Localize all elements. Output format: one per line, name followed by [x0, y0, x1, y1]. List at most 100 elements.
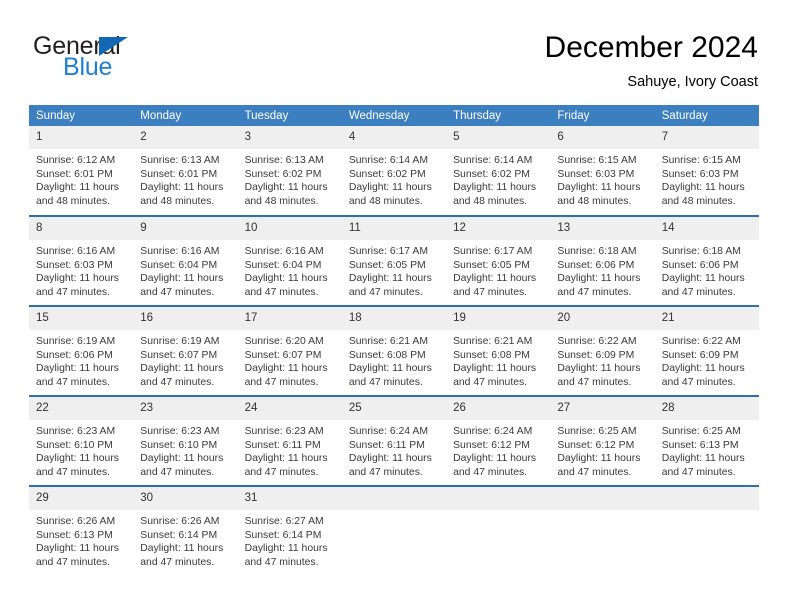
- sunset-text: Sunset: 6:07 PM: [244, 349, 322, 361]
- day-cell[interactable]: 31 Sunrise: 6:27 AM Sunset: 6:14 PM Dayligh…: [237, 485, 342, 576]
- day-number: 24: [237, 397, 342, 420]
- daylight-text-line2: and 48 minutes.: [36, 195, 110, 207]
- sunset-text: Sunset: 6:06 PM: [661, 259, 739, 271]
- day-number: 10: [237, 217, 342, 240]
- day-cell[interactable]: 11 Sunrise: 6:17 AM Sunset: 6:05 PM Dayligh…: [341, 215, 447, 306]
- day-cell[interactable]: 6 Sunrise: 6:15 AM Sunset: 6:03 PM Daylight…: [550, 126, 655, 216]
- day-cell[interactable]: 18 Sunrise: 6:21 AM Sunset: 6:08 PM Dayligh…: [341, 305, 447, 396]
- day-cell[interactable]: 5 Sunrise: 6:14 AM Sunset: 6:02 PM Daylight…: [446, 126, 551, 216]
- daylight-text-line1: Daylight: 11 hours: [557, 363, 641, 375]
- day-cell[interactable]: 29 Sunrise: 6:26 AM Sunset: 6:13 PM Dayligh…: [29, 485, 134, 576]
- day-cell[interactable]: 20 Sunrise: 6:22 AM Sunset: 6:09 PM Dayligh…: [550, 305, 655, 396]
- sunrise-text: Sunrise: 6:21 AM: [453, 336, 533, 347]
- daylight-text-line2: and 47 minutes.: [36, 376, 110, 388]
- day-details: Sunrise: 6:16 AM Sunset: 6:04 PM Daylight:…: [133, 240, 237, 299]
- sunset-text: Sunset: 6:12 PM: [557, 439, 635, 451]
- day-details: Sunrise: 6:18 AM Sunset: 6:06 PM Daylight:…: [550, 240, 654, 299]
- daylight-text-line1: Daylight: 11 hours: [557, 453, 641, 465]
- daylight-text-line2: and 47 minutes.: [557, 376, 632, 388]
- sunrise-text: Sunrise: 6:12 AM: [36, 155, 116, 166]
- day-number: 18: [341, 307, 447, 330]
- day-details: Sunrise: 6:12 AM Sunset: 6:01 PM Daylight:…: [29, 149, 133, 208]
- day-cell[interactable]: 12 Sunrise: 6:17 AM Sunset: 6:05 PM Dayligh…: [446, 215, 551, 306]
- daylight-text-line2: and 48 minutes.: [244, 195, 319, 207]
- day-details: Sunrise: 6:21 AM Sunset: 6:08 PM Daylight:…: [342, 330, 446, 389]
- daylight-text-line2: and 48 minutes.: [348, 195, 423, 207]
- sunrise-text: Sunrise: 6:14 AM: [453, 155, 533, 166]
- sunrise-text: Sunrise: 6:16 AM: [36, 246, 116, 257]
- day-cell[interactable]: 19 Sunrise: 6:21 AM Sunset: 6:08 PM Dayligh…: [446, 305, 551, 396]
- day-number: 29: [29, 487, 134, 510]
- day-cell[interactable]: 2 Sunrise: 6:13 AM Sunset: 6:01 PM Daylight…: [133, 126, 238, 216]
- day-number: 6: [550, 126, 655, 149]
- sunset-text: Sunset: 6:13 PM: [36, 529, 113, 541]
- daylight-text-line2: and 47 minutes.: [244, 466, 319, 478]
- daylight-text-line2: and 47 minutes.: [36, 556, 110, 568]
- calendar-week-row: 8 Sunrise: 6:16 AM Sunset: 6:03 PM Daylight…: [29, 215, 759, 306]
- weekday-header-saturday: Saturday: [654, 105, 759, 126]
- daylight-text-line1: Daylight: 11 hours: [453, 273, 537, 285]
- daylight-text-line1: Daylight: 11 hours: [140, 543, 224, 555]
- day-number: 8: [29, 217, 134, 240]
- day-cell[interactable]: 13 Sunrise: 6:18 AM Sunset: 6:06 PM Dayligh…: [550, 215, 655, 306]
- sunrise-text: Sunrise: 6:14 AM: [348, 155, 428, 166]
- day-cell[interactable]: 9 Sunrise: 6:16 AM Sunset: 6:04 PM Daylight…: [133, 215, 238, 306]
- day-cell[interactable]: 30 Sunrise: 6:26 AM Sunset: 6:14 PM Dayligh…: [133, 485, 238, 576]
- sunset-text: Sunset: 6:03 PM: [661, 168, 739, 180]
- day-cell[interactable]: 17 Sunrise: 6:20 AM Sunset: 6:07 PM Dayligh…: [237, 305, 342, 396]
- daylight-text-line1: Daylight: 11 hours: [453, 363, 537, 375]
- day-cell[interactable]: 25 Sunrise: 6:24 AM Sunset: 6:11 PM Dayligh…: [341, 395, 447, 486]
- daylight-text-line1: Daylight: 11 hours: [140, 182, 224, 194]
- day-details: Sunrise: 6:14 AM Sunset: 6:02 PM Daylight:…: [446, 149, 550, 208]
- day-number: [446, 487, 551, 510]
- day-cell[interactable]: 10 Sunrise: 6:16 AM Sunset: 6:04 PM Dayligh…: [237, 215, 342, 306]
- day-cell[interactable]: 1 Sunrise: 6:12 AM Sunset: 6:01 PM Daylight…: [29, 126, 134, 216]
- sunrise-text: Sunrise: 6:20 AM: [244, 336, 324, 347]
- day-details: Sunrise: 6:19 AM Sunset: 6:07 PM Daylight:…: [133, 330, 237, 389]
- day-cell[interactable]: 27 Sunrise: 6:25 AM Sunset: 6:12 PM Dayligh…: [550, 395, 655, 486]
- day-details: Sunrise: 6:22 AM Sunset: 6:09 PM Daylight:…: [655, 330, 759, 389]
- sunset-text: Sunset: 6:04 PM: [244, 259, 322, 271]
- day-number: 16: [133, 307, 238, 330]
- daylight-text-line1: Daylight: 11 hours: [661, 453, 745, 465]
- day-number: 4: [341, 126, 447, 149]
- daylight-text-line2: and 47 minutes.: [453, 376, 528, 388]
- sunrise-text: Sunrise: 6:13 AM: [244, 155, 324, 166]
- day-cell[interactable]: 8 Sunrise: 6:16 AM Sunset: 6:03 PM Daylight…: [29, 215, 134, 306]
- day-cell[interactable]: 14 Sunrise: 6:18 AM Sunset: 6:06 PM Dayligh…: [654, 215, 759, 306]
- sunrise-text: Sunrise: 6:25 AM: [557, 426, 637, 437]
- daylight-text-line2: and 47 minutes.: [661, 286, 736, 298]
- sunrise-text: Sunrise: 6:18 AM: [557, 246, 637, 257]
- day-cell[interactable]: 26 Sunrise: 6:24 AM Sunset: 6:12 PM Dayligh…: [446, 395, 551, 486]
- day-details: Sunrise: 6:27 AM Sunset: 6:14 PM Daylight:…: [238, 510, 342, 569]
- sunrise-text: Sunrise: 6:24 AM: [348, 426, 428, 437]
- day-cell[interactable]: 3 Sunrise: 6:13 AM Sunset: 6:02 PM Daylight…: [237, 126, 342, 216]
- daylight-text-line1: Daylight: 11 hours: [453, 182, 537, 194]
- day-cell[interactable]: 28 Sunrise: 6:25 AM Sunset: 6:13 PM Dayligh…: [654, 395, 759, 486]
- day-number: 9: [133, 217, 238, 240]
- day-cell[interactable]: 24 Sunrise: 6:23 AM Sunset: 6:11 PM Dayligh…: [237, 395, 342, 486]
- day-details: Sunrise: 6:18 AM Sunset: 6:06 PM Daylight:…: [655, 240, 759, 299]
- day-cell[interactable]: 21 Sunrise: 6:22 AM Sunset: 6:09 PM Dayligh…: [654, 305, 759, 396]
- day-number: 22: [29, 397, 134, 420]
- day-cell[interactable]: 22 Sunrise: 6:23 AM Sunset: 6:10 PM Dayligh…: [29, 395, 134, 486]
- day-cell[interactable]: 16 Sunrise: 6:19 AM Sunset: 6:07 PM Dayligh…: [133, 305, 238, 396]
- sunset-text: Sunset: 6:03 PM: [36, 259, 113, 271]
- day-cell[interactable]: 7 Sunrise: 6:15 AM Sunset: 6:03 PM Daylight…: [654, 126, 759, 216]
- sunrise-text: Sunrise: 6:17 AM: [348, 246, 428, 257]
- daylight-text-line1: Daylight: 11 hours: [140, 363, 224, 375]
- day-details: Sunrise: 6:13 AM Sunset: 6:02 PM Daylight:…: [238, 149, 342, 208]
- day-cell[interactable]: 4 Sunrise: 6:14 AM Sunset: 6:02 PM Daylight…: [341, 126, 447, 216]
- day-details: Sunrise: 6:22 AM Sunset: 6:09 PM Daylight:…: [550, 330, 654, 389]
- daylight-text-line2: and 47 minutes.: [453, 286, 528, 298]
- day-number: 7: [654, 126, 759, 149]
- sunrise-text: Sunrise: 6:15 AM: [661, 155, 741, 166]
- daylight-text-line2: and 47 minutes.: [661, 466, 736, 478]
- daylight-text-line1: Daylight: 11 hours: [36, 273, 119, 285]
- day-cell[interactable]: 15 Sunrise: 6:19 AM Sunset: 6:06 PM Dayligh…: [29, 305, 134, 396]
- day-details: Sunrise: 6:16 AM Sunset: 6:04 PM Daylight:…: [238, 240, 342, 299]
- day-details: Sunrise: 6:15 AM Sunset: 6:03 PM Daylight:…: [655, 149, 759, 208]
- day-cell[interactable]: 23 Sunrise: 6:23 AM Sunset: 6:10 PM Dayligh…: [133, 395, 238, 486]
- weekday-header-thursday: Thursday: [446, 105, 551, 126]
- daylight-text-line1: Daylight: 11 hours: [244, 543, 328, 555]
